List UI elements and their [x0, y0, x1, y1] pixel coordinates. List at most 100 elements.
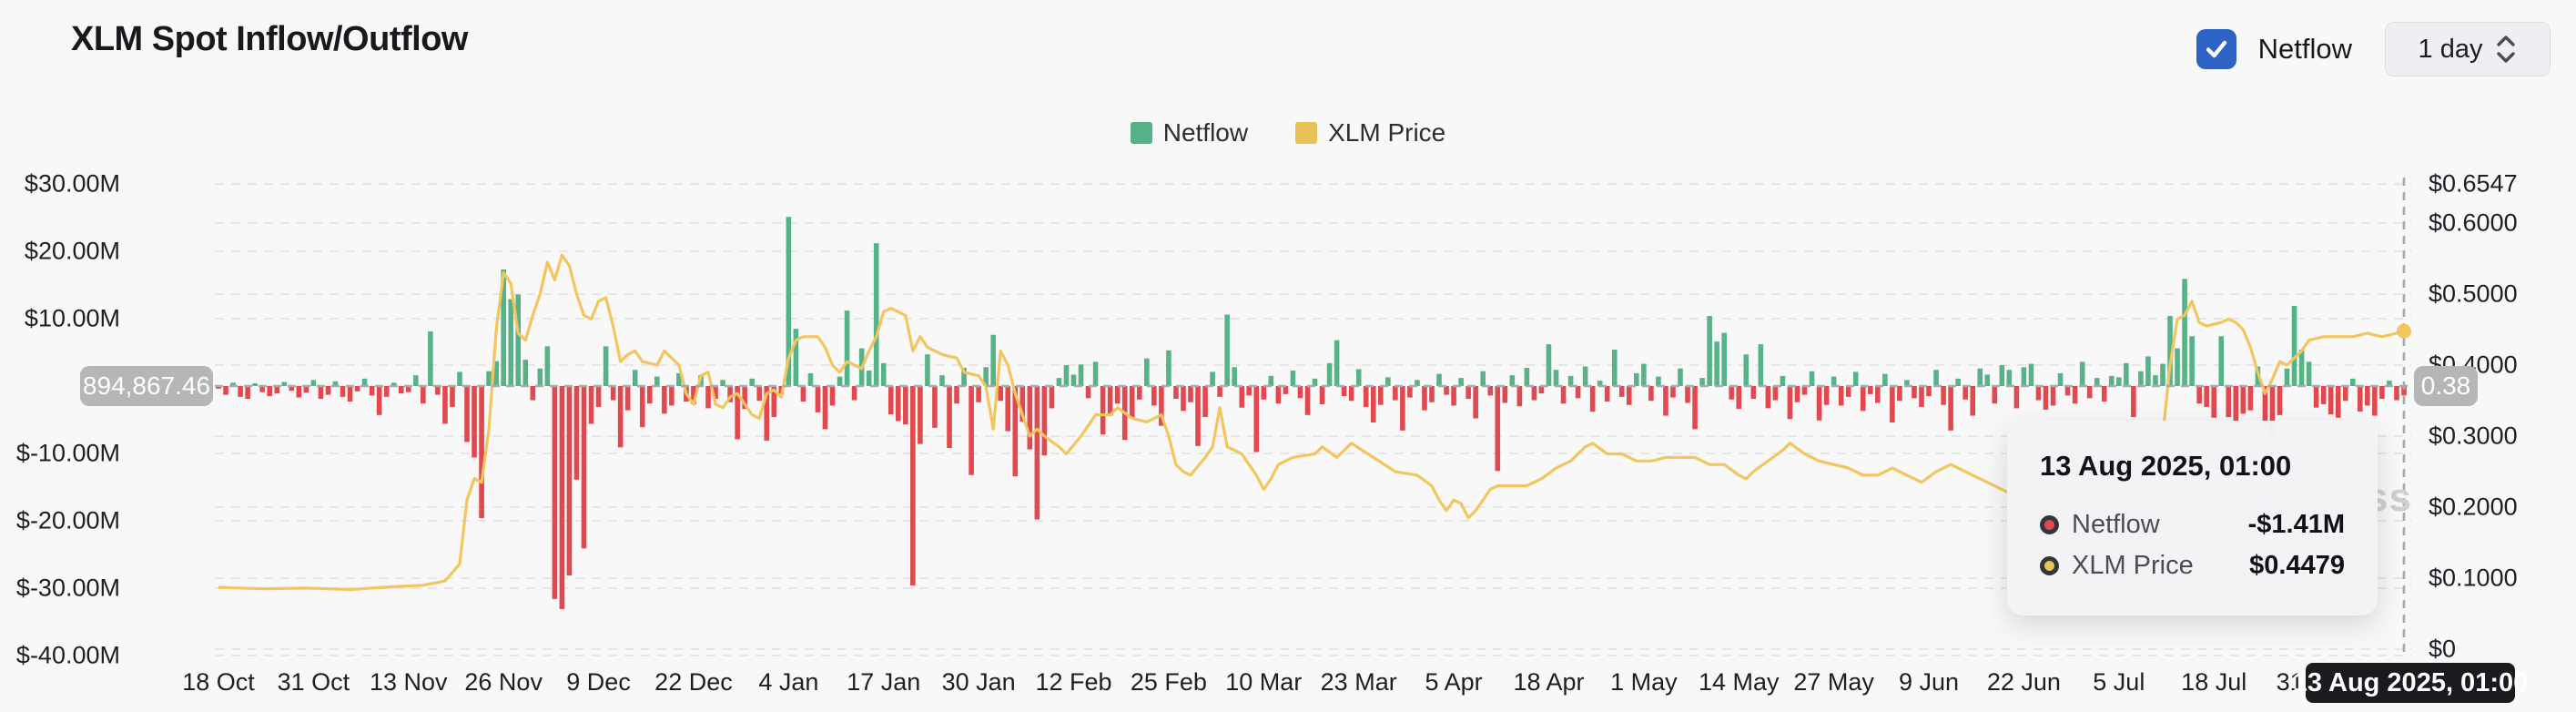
netflow-bar[interactable] [1547, 344, 1552, 386]
netflow-bar[interactable] [2102, 386, 2107, 402]
netflow-bar[interactable] [1137, 386, 1142, 400]
netflow-bar[interactable] [399, 386, 404, 393]
netflow-bar[interactable] [1429, 386, 1435, 402]
netflow-bar[interactable] [647, 386, 653, 403]
netflow-bar[interactable] [2160, 364, 2165, 386]
netflow-bar[interactable] [1495, 386, 1500, 471]
netflow-bar[interactable] [1861, 386, 1866, 411]
netflow-bar[interactable] [1627, 386, 1632, 405]
netflow-bar[interactable] [2285, 369, 2290, 386]
netflow-bar[interactable] [1926, 386, 1932, 396]
netflow-bar[interactable] [319, 386, 324, 399]
netflow-bar[interactable] [553, 386, 558, 599]
netflow-bar[interactable] [976, 386, 981, 402]
netflow-bar[interactable] [1583, 367, 1588, 386]
netflow-bar[interactable] [1766, 386, 1771, 408]
netflow-bar[interactable] [603, 346, 609, 386]
netflow-bar[interactable] [816, 386, 821, 412]
netflow-bar[interactable] [1641, 364, 1647, 386]
netflow-bar[interactable] [1561, 386, 1567, 403]
netflow-bar[interactable] [2007, 370, 2013, 386]
netflow-bar[interactable] [326, 386, 331, 395]
netflow-bar[interactable] [1634, 373, 1639, 386]
netflow-bar[interactable] [1028, 386, 1033, 450]
netflow-bar[interactable] [1057, 378, 1062, 386]
netflow-bar[interactable] [903, 386, 908, 424]
netflow-bar[interactable] [1422, 386, 1427, 411]
netflow-bar[interactable] [2365, 386, 2370, 405]
netflow-bar[interactable] [2241, 386, 2246, 413]
netflow-bar[interactable] [1144, 359, 1150, 386]
netflow-bar[interactable] [1941, 386, 1946, 405]
netflow-bar[interactable] [1071, 374, 1077, 386]
netflow-bar[interactable] [479, 386, 484, 518]
netflow-bar[interactable] [2145, 356, 2151, 386]
netflow-bar[interactable] [1970, 386, 1975, 416]
netflow-bar[interactable] [545, 346, 551, 386]
netflow-bar[interactable] [1283, 386, 1289, 394]
netflow-bar[interactable] [1195, 386, 1201, 446]
netflow-bar[interactable] [589, 386, 594, 423]
netflow-bar[interactable] [1590, 386, 1596, 412]
netflow-bar[interactable] [596, 386, 602, 407]
netflow-bar[interactable] [947, 386, 952, 448]
netflow-bar[interactable] [515, 294, 521, 386]
netflow-bar[interactable] [413, 375, 419, 386]
netflow-bar[interactable] [618, 386, 624, 447]
netflow-bar[interactable] [567, 386, 573, 575]
netflow-bar[interactable] [910, 386, 916, 585]
netflow-bar[interactable] [1042, 386, 1048, 455]
netflow-bar[interactable] [1305, 386, 1311, 415]
netflow-bar[interactable] [654, 377, 660, 386]
netflow-bar[interactable] [2233, 386, 2238, 421]
netflow-bar[interactable] [939, 375, 945, 386]
netflow-bar[interactable] [1576, 386, 1581, 398]
netflow-bar[interactable] [801, 386, 806, 402]
netflow-bar[interactable] [756, 386, 762, 401]
netflow-bar[interactable] [2014, 386, 2020, 408]
netflow-bar[interactable] [1130, 386, 1135, 418]
netflow-bar[interactable] [2073, 386, 2078, 403]
netflow-bar[interactable] [2350, 379, 2356, 386]
netflow-bar[interactable] [1678, 369, 1683, 386]
netflow-bar[interactable] [874, 243, 879, 386]
netflow-bar[interactable] [1831, 377, 1837, 386]
netflow-bar[interactable] [1444, 386, 1449, 395]
netflow-bar[interactable] [2080, 361, 2085, 386]
netflow-bar[interactable] [464, 386, 470, 442]
netflow-bar[interactable] [823, 386, 828, 429]
netflow-bar[interactable] [918, 386, 923, 444]
netflow-bar[interactable] [954, 386, 959, 403]
netflow-bar[interactable] [1729, 386, 1734, 400]
netflow-bar[interactable] [1487, 386, 1493, 395]
netflow-bar[interactable] [1181, 386, 1186, 411]
netflow-bar[interactable] [1721, 333, 1727, 386]
netflow-bar[interactable] [2094, 378, 2100, 386]
netflow-bar[interactable] [384, 386, 390, 397]
netflow-bar[interactable] [1897, 386, 1902, 401]
netflow-bar[interactable] [1743, 354, 1749, 386]
netflow-bar[interactable] [845, 310, 850, 386]
netflow-bar[interactable] [538, 369, 543, 386]
netflow-bar[interactable] [311, 380, 317, 386]
netflow-bar[interactable] [486, 371, 492, 386]
netflow-bar[interactable] [881, 363, 887, 386]
netflow-bar[interactable] [1378, 386, 1384, 405]
netflow-bar[interactable] [2189, 336, 2195, 386]
netflow-bar[interactable] [2065, 386, 2071, 395]
netflow-bar[interactable] [1115, 386, 1121, 403]
netflow-bar[interactable] [2248, 386, 2254, 411]
netflow-bar[interactable] [1736, 386, 1741, 409]
netflow-bar[interactable] [1232, 367, 1237, 386]
netflow-bar[interactable] [837, 377, 843, 386]
netflow-bar[interactable] [238, 386, 243, 397]
netflow-bar[interactable] [2029, 364, 2034, 386]
netflow-bar[interactable] [297, 386, 302, 398]
netflow-bar[interactable] [1246, 386, 1252, 395]
netflow-bar[interactable] [1773, 386, 1779, 401]
netflow-bar[interactable] [1890, 386, 1895, 422]
netflow-bar[interactable] [1817, 386, 1822, 421]
netflow-bar[interactable] [2218, 336, 2224, 386]
netflow-bar[interactable] [1788, 386, 1793, 419]
netflow-bar[interactable] [1451, 386, 1456, 405]
